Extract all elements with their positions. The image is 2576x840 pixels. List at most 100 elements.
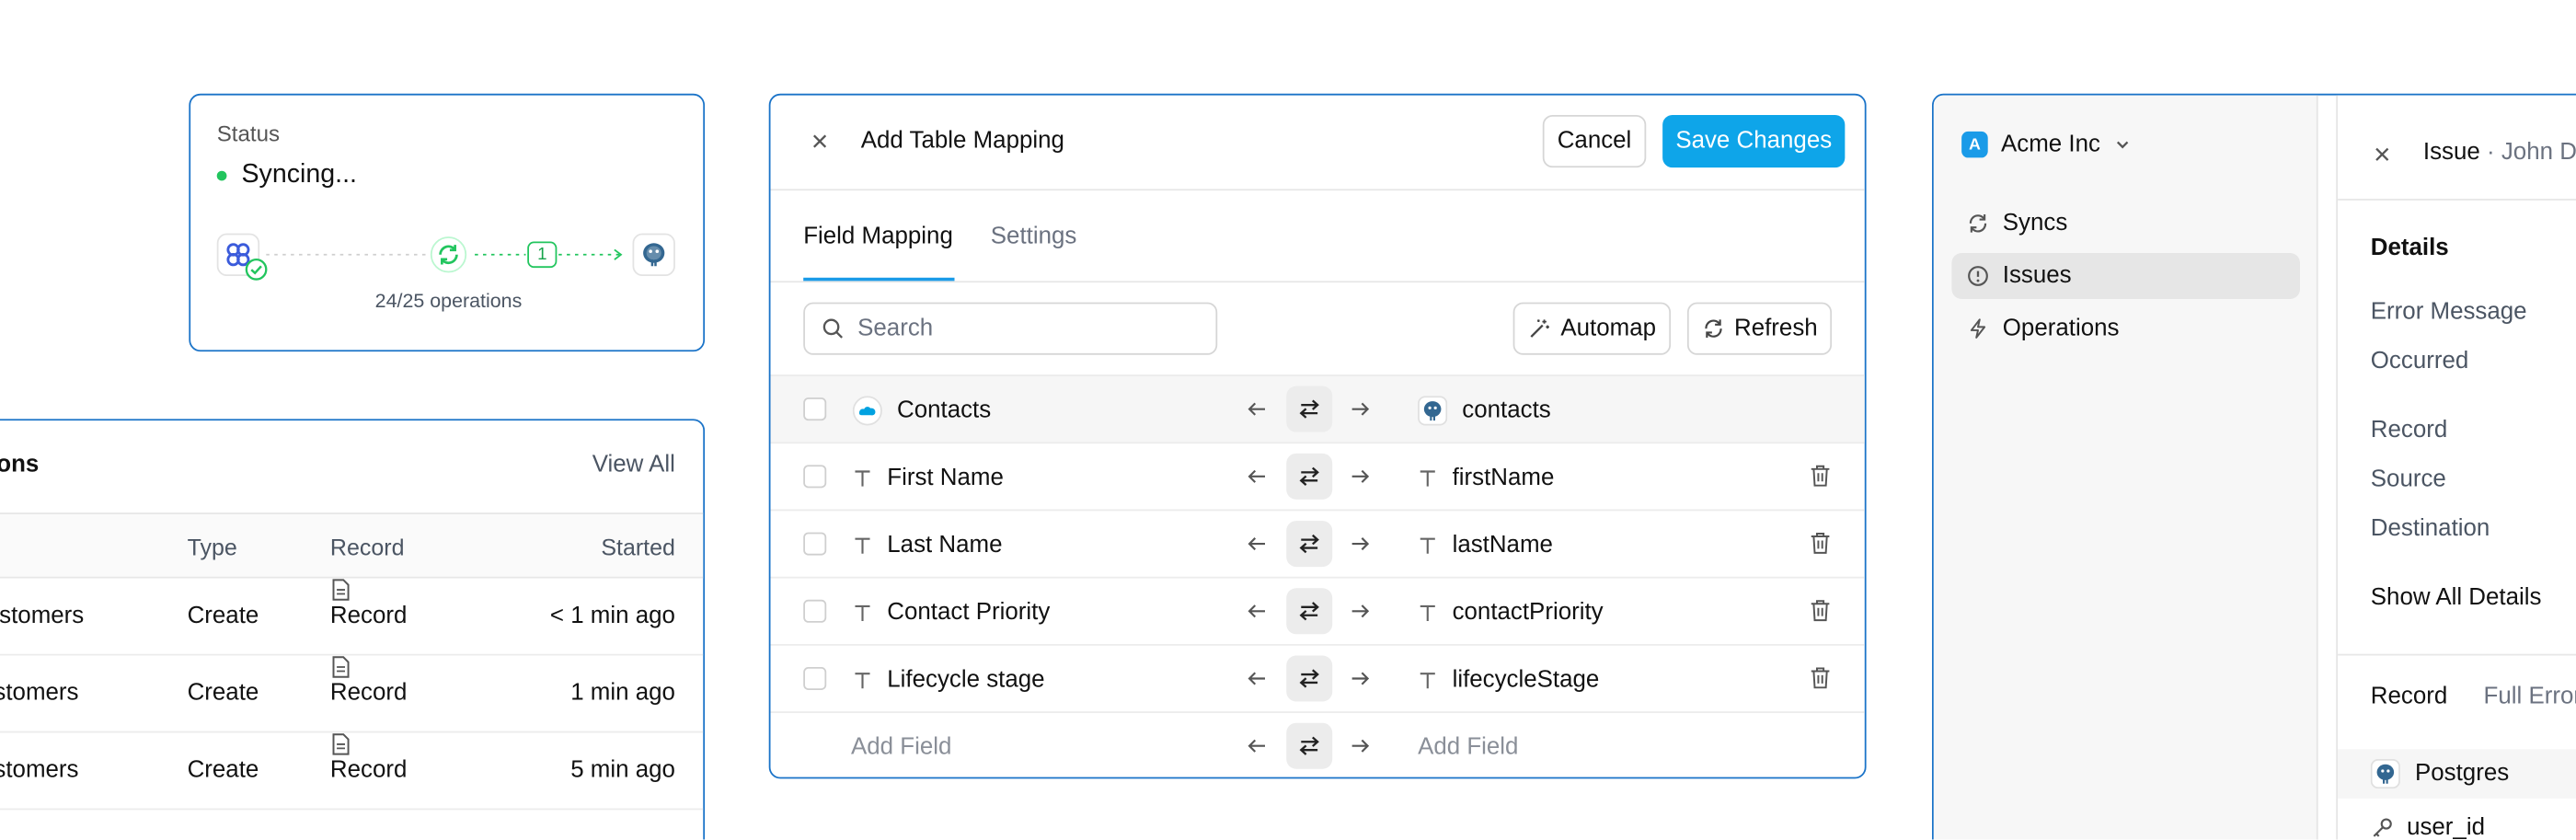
bolt-icon xyxy=(1970,318,1986,339)
arrow-right-icon[interactable] xyxy=(1349,397,1372,420)
row-checkbox[interactable] xyxy=(803,465,827,489)
row-checkbox[interactable] xyxy=(803,532,827,556)
swap-direction-button[interactable] xyxy=(1286,385,1333,432)
close-icon[interactable] xyxy=(2371,143,2394,166)
row-type: Create xyxy=(187,757,259,784)
detail-label-occurred: Occurred xyxy=(2370,348,2469,375)
arrow-left-icon[interactable] xyxy=(1246,667,1269,690)
automap-button[interactable]: Automap xyxy=(1512,302,1672,355)
swap-direction-button[interactable] xyxy=(1286,722,1333,769)
refresh-button[interactable]: Refresh xyxy=(1686,302,1833,355)
field-mapping-row: Lifecycle stage lifecycleStage xyxy=(770,643,1865,713)
add-source-field[interactable]: Add Field xyxy=(851,713,951,777)
tab-record[interactable]: Record xyxy=(2371,684,2447,710)
add-destination-field[interactable]: Add Field xyxy=(1418,713,1518,777)
arrow-right-icon[interactable] xyxy=(1349,667,1372,690)
field-mapping-row: First Name firstName xyxy=(770,442,1865,511)
row-started: < 1 min ago xyxy=(549,603,675,629)
org-switcher[interactable]: A Acme Inc xyxy=(1961,131,2133,158)
org-name: Acme Inc xyxy=(2000,131,2100,158)
sidebar-item-label: Issues xyxy=(2002,262,2072,290)
postgres-icon xyxy=(2370,758,2400,789)
sidebar-item-issues[interactable]: Issues xyxy=(1951,252,2300,299)
source-field-name: First Name xyxy=(887,464,1004,491)
swap-direction-button[interactable] xyxy=(1286,521,1333,568)
arrow-left-icon[interactable] xyxy=(1246,533,1269,556)
arrow-left-icon[interactable] xyxy=(1246,600,1269,623)
issue-detail: Issue · John Do Details Error Message Oc… xyxy=(2336,95,2576,840)
search-input[interactable] xyxy=(857,315,1187,342)
table-row[interactable]: Customers Create Record < 1 min ago xyxy=(0,579,704,656)
row-started: 5 min ago xyxy=(570,757,675,784)
save-changes-button[interactable]: Save Changes xyxy=(1662,114,1846,168)
dialog-tabs: Field Mapping Settings xyxy=(770,190,1865,283)
dialog-title: Add Table Mapping xyxy=(860,128,1064,155)
tab-full-error[interactable]: Full Error xyxy=(2484,684,2576,710)
arrow-left-icon[interactable] xyxy=(1246,465,1269,488)
row-checkbox[interactable] xyxy=(803,666,827,690)
destination-field-cell[interactable]: firstName xyxy=(1418,443,1554,511)
swap-direction-button[interactable] xyxy=(1286,453,1333,500)
destination-field-cell[interactable]: lifecycleStage xyxy=(1418,646,1599,713)
row-record[interactable]: Record xyxy=(330,655,407,707)
show-all-details-link[interactable]: Show All Details xyxy=(2371,585,2542,612)
text-type-icon xyxy=(1420,672,1435,688)
view-all-link[interactable]: View All xyxy=(592,452,675,478)
trash-icon[interactable] xyxy=(1809,598,1832,623)
status-card: Status Syncing... 1 24/25 operations xyxy=(189,93,706,352)
destination-field-cell[interactable]: contactPriority xyxy=(1418,579,1604,646)
source-field-cell[interactable]: Contact Priority xyxy=(853,579,1050,646)
detail-label-destination: Destination xyxy=(2370,515,2490,543)
pending-count-badge: 1 xyxy=(527,241,558,269)
magic-wand-icon xyxy=(1530,319,1549,338)
sidebar-item-operations[interactable]: Operations xyxy=(1951,305,2300,351)
source-field-cell[interactable]: Lifecycle stage xyxy=(853,646,1045,713)
text-type-icon xyxy=(855,672,870,688)
column-started[interactable]: Started xyxy=(601,514,675,580)
tab-settings[interactable]: Settings xyxy=(991,190,1077,282)
row-record[interactable]: Record xyxy=(330,579,407,629)
syncing-spinner-icon xyxy=(427,234,469,276)
issue-title: Issue · John Do xyxy=(2423,140,2576,167)
org-badge: A xyxy=(1961,131,1988,158)
row-started: 1 min ago xyxy=(570,680,675,707)
arrow-left-icon[interactable] xyxy=(1246,397,1269,420)
sidebar-item-syncs[interactable]: Syncs xyxy=(1951,201,2300,247)
trash-icon[interactable] xyxy=(1809,665,1832,690)
table-row[interactable]: customers Create Record 1 min ago xyxy=(0,655,704,733)
swap-icon xyxy=(1299,534,1319,554)
arrow-right-icon[interactable] xyxy=(1349,734,1372,757)
search-field[interactable] xyxy=(803,302,1218,355)
salesforce-icon xyxy=(852,395,882,425)
column-type[interactable]: Type xyxy=(188,514,237,580)
detail-label-record: Record xyxy=(2370,417,2448,444)
destination-field-cell[interactable]: lastName xyxy=(1418,511,1553,578)
divider xyxy=(2338,653,2576,656)
arrow-right-icon[interactable] xyxy=(1349,533,1372,556)
row-checkbox[interactable] xyxy=(803,599,827,623)
table-row[interactable]: customers Create Record 5 min ago xyxy=(0,732,704,811)
column-record[interactable]: Record xyxy=(330,514,405,580)
select-all-checkbox[interactable] xyxy=(803,397,827,421)
operations-title: ations xyxy=(0,452,40,478)
alert-circle-icon xyxy=(1968,266,1988,286)
sidebar: A Acme Inc Syncs Issues Operations xyxy=(1933,95,2318,840)
tab-field-mapping[interactable]: Field Mapping xyxy=(803,190,953,282)
close-icon[interactable] xyxy=(807,128,834,155)
details-heading: Details xyxy=(2370,235,2449,261)
operations-count: 24/25 operations xyxy=(374,289,523,313)
source-field-cell[interactable]: Last Name xyxy=(853,511,1003,578)
cancel-button[interactable]: Cancel xyxy=(1542,114,1647,168)
arrow-left-icon[interactable] xyxy=(1246,734,1269,757)
swap-direction-button[interactable] xyxy=(1286,588,1333,635)
trash-icon[interactable] xyxy=(1809,464,1832,489)
trash-icon[interactable] xyxy=(1809,531,1832,556)
swap-direction-button[interactable] xyxy=(1286,655,1333,702)
postgres-icon[interactable] xyxy=(632,233,675,276)
sidebar-item-label: Operations xyxy=(2002,315,2120,342)
swap-icon xyxy=(1299,736,1319,755)
row-record[interactable]: Record xyxy=(330,732,407,784)
arrow-right-icon[interactable] xyxy=(1349,600,1372,623)
arrow-right-icon[interactable] xyxy=(1349,465,1372,488)
source-field-cell[interactable]: First Name xyxy=(853,443,1004,511)
